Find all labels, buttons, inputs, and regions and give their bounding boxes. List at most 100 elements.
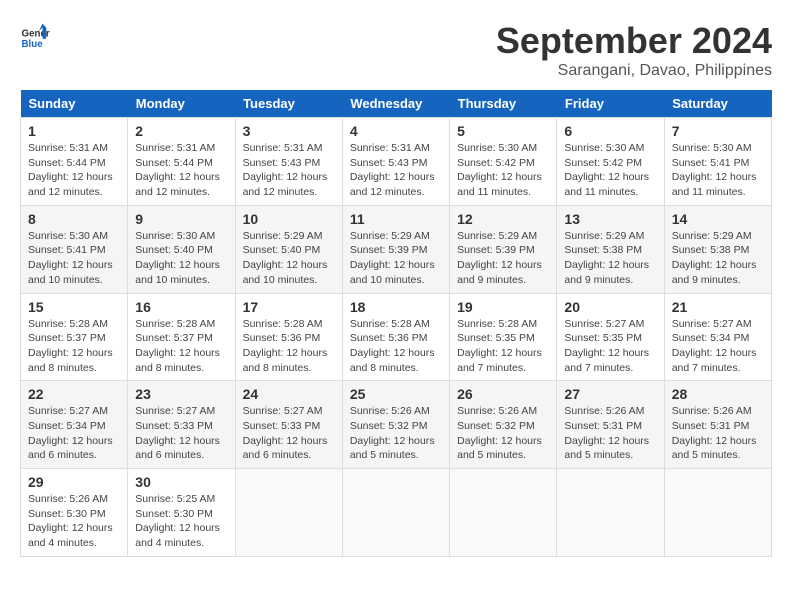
calendar-week-row: 1 Sunrise: 5:31 AMSunset: 5:44 PMDayligh…: [21, 118, 772, 206]
day-number: 30: [135, 474, 227, 490]
calendar-cell: 18 Sunrise: 5:28 AMSunset: 5:36 PMDaylig…: [342, 293, 449, 381]
calendar-cell: 12 Sunrise: 5:29 AMSunset: 5:39 PMDaylig…: [450, 205, 557, 293]
weekday-header-thursday: Thursday: [450, 90, 557, 118]
day-info: Sunrise: 5:28 AMSunset: 5:36 PMDaylight:…: [350, 317, 442, 376]
day-info: Sunrise: 5:29 AMSunset: 5:39 PMDaylight:…: [350, 229, 442, 288]
location: Sarangani, Davao, Philippines: [496, 62, 772, 80]
calendar-cell: 2 Sunrise: 5:31 AMSunset: 5:44 PMDayligh…: [128, 118, 235, 206]
calendar-cell: 11 Sunrise: 5:29 AMSunset: 5:39 PMDaylig…: [342, 205, 449, 293]
day-info: Sunrise: 5:30 AMSunset: 5:42 PMDaylight:…: [564, 141, 656, 200]
day-number: 13: [564, 211, 656, 227]
calendar-cell: 15 Sunrise: 5:28 AMSunset: 5:37 PMDaylig…: [21, 293, 128, 381]
calendar-cell: 6 Sunrise: 5:30 AMSunset: 5:42 PMDayligh…: [557, 118, 664, 206]
calendar-cell: 24 Sunrise: 5:27 AMSunset: 5:33 PMDaylig…: [235, 381, 342, 469]
day-info: Sunrise: 5:27 AMSunset: 5:34 PMDaylight:…: [28, 404, 120, 463]
month-title: September 2024: [496, 20, 772, 62]
day-info: Sunrise: 5:25 AMSunset: 5:30 PMDaylight:…: [135, 492, 227, 551]
calendar-table: SundayMondayTuesdayWednesdayThursdayFrid…: [20, 90, 772, 557]
day-number: 7: [672, 123, 764, 139]
calendar-cell: 29 Sunrise: 5:26 AMSunset: 5:30 PMDaylig…: [21, 469, 128, 557]
day-number: 12: [457, 211, 549, 227]
calendar-cell: 20 Sunrise: 5:27 AMSunset: 5:35 PMDaylig…: [557, 293, 664, 381]
title-block: September 2024 Sarangani, Davao, Philipp…: [496, 20, 772, 80]
calendar-week-row: 22 Sunrise: 5:27 AMSunset: 5:34 PMDaylig…: [21, 381, 772, 469]
day-info: Sunrise: 5:27 AMSunset: 5:33 PMDaylight:…: [243, 404, 335, 463]
day-number: 28: [672, 386, 764, 402]
day-number: 20: [564, 299, 656, 315]
day-number: 3: [243, 123, 335, 139]
weekday-header-saturday: Saturday: [664, 90, 771, 118]
day-number: 26: [457, 386, 549, 402]
calendar-cell: [342, 469, 449, 557]
calendar-cell: [450, 469, 557, 557]
day-info: Sunrise: 5:29 AMSunset: 5:39 PMDaylight:…: [457, 229, 549, 288]
calendar-cell: 13 Sunrise: 5:29 AMSunset: 5:38 PMDaylig…: [557, 205, 664, 293]
calendar-cell: 7 Sunrise: 5:30 AMSunset: 5:41 PMDayligh…: [664, 118, 771, 206]
day-number: 22: [28, 386, 120, 402]
day-info: Sunrise: 5:28 AMSunset: 5:37 PMDaylight:…: [135, 317, 227, 376]
logo: General Blue: [20, 20, 50, 50]
calendar-cell: 8 Sunrise: 5:30 AMSunset: 5:41 PMDayligh…: [21, 205, 128, 293]
day-number: 29: [28, 474, 120, 490]
calendar-cell: 14 Sunrise: 5:29 AMSunset: 5:38 PMDaylig…: [664, 205, 771, 293]
calendar-cell: 16 Sunrise: 5:28 AMSunset: 5:37 PMDaylig…: [128, 293, 235, 381]
calendar-cell: 26 Sunrise: 5:26 AMSunset: 5:32 PMDaylig…: [450, 381, 557, 469]
calendar-cell: 30 Sunrise: 5:25 AMSunset: 5:30 PMDaylig…: [128, 469, 235, 557]
day-number: 14: [672, 211, 764, 227]
calendar-cell: 19 Sunrise: 5:28 AMSunset: 5:35 PMDaylig…: [450, 293, 557, 381]
day-number: 6: [564, 123, 656, 139]
day-info: Sunrise: 5:30 AMSunset: 5:41 PMDaylight:…: [672, 141, 764, 200]
day-number: 21: [672, 299, 764, 315]
day-number: 11: [350, 211, 442, 227]
day-number: 15: [28, 299, 120, 315]
calendar-cell: 4 Sunrise: 5:31 AMSunset: 5:43 PMDayligh…: [342, 118, 449, 206]
day-info: Sunrise: 5:29 AMSunset: 5:38 PMDaylight:…: [672, 229, 764, 288]
svg-text:Blue: Blue: [22, 39, 44, 50]
page-header: General Blue September 2024 Sarangani, D…: [20, 20, 772, 80]
day-number: 9: [135, 211, 227, 227]
day-info: Sunrise: 5:28 AMSunset: 5:36 PMDaylight:…: [243, 317, 335, 376]
calendar-cell: 10 Sunrise: 5:29 AMSunset: 5:40 PMDaylig…: [235, 205, 342, 293]
day-info: Sunrise: 5:26 AMSunset: 5:31 PMDaylight:…: [672, 404, 764, 463]
day-info: Sunrise: 5:30 AMSunset: 5:41 PMDaylight:…: [28, 229, 120, 288]
day-info: Sunrise: 5:29 AMSunset: 5:40 PMDaylight:…: [243, 229, 335, 288]
day-number: 24: [243, 386, 335, 402]
calendar-cell: 22 Sunrise: 5:27 AMSunset: 5:34 PMDaylig…: [21, 381, 128, 469]
day-info: Sunrise: 5:29 AMSunset: 5:38 PMDaylight:…: [564, 229, 656, 288]
calendar-cell: [664, 469, 771, 557]
day-info: Sunrise: 5:26 AMSunset: 5:32 PMDaylight:…: [350, 404, 442, 463]
day-info: Sunrise: 5:28 AMSunset: 5:37 PMDaylight:…: [28, 317, 120, 376]
day-info: Sunrise: 5:31 AMSunset: 5:43 PMDaylight:…: [350, 141, 442, 200]
day-number: 18: [350, 299, 442, 315]
calendar-week-row: 29 Sunrise: 5:26 AMSunset: 5:30 PMDaylig…: [21, 469, 772, 557]
logo-icon: General Blue: [20, 20, 50, 50]
day-info: Sunrise: 5:30 AMSunset: 5:40 PMDaylight:…: [135, 229, 227, 288]
day-number: 10: [243, 211, 335, 227]
weekday-header-tuesday: Tuesday: [235, 90, 342, 118]
day-number: 5: [457, 123, 549, 139]
calendar-cell: 27 Sunrise: 5:26 AMSunset: 5:31 PMDaylig…: [557, 381, 664, 469]
calendar-cell: [557, 469, 664, 557]
day-info: Sunrise: 5:30 AMSunset: 5:42 PMDaylight:…: [457, 141, 549, 200]
calendar-cell: 17 Sunrise: 5:28 AMSunset: 5:36 PMDaylig…: [235, 293, 342, 381]
day-info: Sunrise: 5:26 AMSunset: 5:32 PMDaylight:…: [457, 404, 549, 463]
day-info: Sunrise: 5:31 AMSunset: 5:44 PMDaylight:…: [28, 141, 120, 200]
day-info: Sunrise: 5:27 AMSunset: 5:34 PMDaylight:…: [672, 317, 764, 376]
weekday-header-monday: Monday: [128, 90, 235, 118]
calendar-cell: 21 Sunrise: 5:27 AMSunset: 5:34 PMDaylig…: [664, 293, 771, 381]
calendar-cell: 28 Sunrise: 5:26 AMSunset: 5:31 PMDaylig…: [664, 381, 771, 469]
calendar-cell: [235, 469, 342, 557]
day-number: 25: [350, 386, 442, 402]
day-info: Sunrise: 5:27 AMSunset: 5:33 PMDaylight:…: [135, 404, 227, 463]
day-number: 19: [457, 299, 549, 315]
calendar-cell: 5 Sunrise: 5:30 AMSunset: 5:42 PMDayligh…: [450, 118, 557, 206]
day-info: Sunrise: 5:31 AMSunset: 5:43 PMDaylight:…: [243, 141, 335, 200]
day-number: 23: [135, 386, 227, 402]
calendar-week-row: 8 Sunrise: 5:30 AMSunset: 5:41 PMDayligh…: [21, 205, 772, 293]
day-number: 17: [243, 299, 335, 315]
calendar-cell: 3 Sunrise: 5:31 AMSunset: 5:43 PMDayligh…: [235, 118, 342, 206]
day-number: 2: [135, 123, 227, 139]
calendar-cell: 25 Sunrise: 5:26 AMSunset: 5:32 PMDaylig…: [342, 381, 449, 469]
day-number: 4: [350, 123, 442, 139]
day-number: 1: [28, 123, 120, 139]
